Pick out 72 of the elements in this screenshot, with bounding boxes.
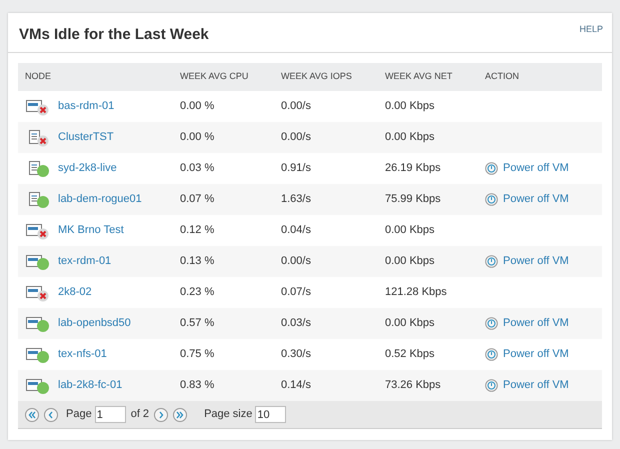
table-cell-text: 0.83 % — [180, 378, 216, 394]
table-cell-text: 0.30/s — [281, 347, 312, 362]
table-cell-text: 0.04/s — [281, 223, 312, 238]
node-link[interactable]: syd-2k8-live — [58, 160, 117, 177]
chevron-icon — [157, 410, 166, 418]
table-cell-text: 0.07/s — [281, 285, 312, 300]
power-off-link[interactable]: Power off VM — [503, 346, 569, 363]
node-link[interactable]: lab-openbsd50 — [58, 315, 131, 332]
table-cell-text: 0.00 Kbps — [385, 223, 436, 238]
power-off-link[interactable]: Power off VM — [503, 377, 569, 394]
table-cell-text: 0.13 % — [180, 254, 216, 270]
table-cell-text: 0.03/s — [281, 316, 312, 332]
power-off-link[interactable]: Power off VM — [503, 160, 569, 177]
column-header: WEEK AVG IOPS — [281, 70, 353, 84]
power-icon — [485, 162, 498, 175]
power-icon — [485, 379, 498, 392]
page-count: of 2 — [130, 407, 150, 422]
table-cell-text: 0.00 % — [180, 130, 216, 146]
page-size-field[interactable]: 10 — [255, 406, 286, 423]
node-link[interactable]: bas-rdm-01 — [58, 98, 114, 115]
table-cell-text: 0.14/s — [281, 378, 312, 394]
page-size-label: Page size — [204, 407, 252, 422]
table-cell-text: 0.91/s — [281, 161, 312, 176]
table-cell-text: 73.26 Kbps — [385, 378, 442, 394]
last-page-button[interactable] — [173, 408, 188, 422]
chevron-icon — [176, 410, 184, 418]
panel-title: VMs Idle for the Last Week — [19, 25, 209, 45]
power-icon — [485, 348, 498, 361]
table-cell-text: 0.00 Kbps — [385, 99, 436, 114]
table-cell-text: 0.00/s — [281, 254, 312, 270]
next-page-button[interactable] — [154, 408, 168, 422]
table-cell-text: 0.00 % — [180, 99, 216, 114]
power-off-link[interactable]: Power off VM — [503, 253, 569, 270]
table-cell-text: 0.00/s — [281, 99, 312, 114]
table-cell-text: 0.75 % — [180, 347, 216, 362]
previous-page-button[interactable] — [44, 408, 58, 422]
table-cell-text: 0.07 % — [180, 192, 216, 208]
column-header: NODE — [25, 70, 52, 84]
power-icon — [485, 193, 498, 206]
column-header: WEEK AVG NET — [385, 70, 454, 84]
table-cell-text: 0.00 Kbps — [385, 316, 436, 332]
table-cell-text: 0.00/s — [281, 130, 312, 146]
table-cell-text: 0.23 % — [180, 285, 216, 300]
node-link[interactable]: tex-nfs-01 — [58, 346, 107, 363]
node-link[interactable]: lab-dem-rogue01 — [58, 191, 142, 208]
table-cell-text: 0.52 Kbps — [385, 347, 436, 362]
table-cell-text: 0.00 Kbps — [385, 130, 436, 146]
table-cell-text: 121.28 Kbps — [385, 285, 448, 300]
power-off-link[interactable]: Power off VM — [503, 315, 569, 332]
chevron-icon — [28, 410, 36, 418]
table-cell-text: 0.12 % — [180, 223, 216, 238]
node-link[interactable]: MK Brno Test — [58, 222, 124, 239]
chevron-icon — [47, 410, 55, 418]
table-cell-text: 0.03 % — [180, 161, 216, 176]
power-icon — [485, 255, 498, 268]
page-field[interactable]: 1 — [94, 406, 126, 423]
page-label: Page — [66, 407, 92, 422]
table-cell-text: 26.19 Kbps — [385, 161, 442, 176]
column-header: ACTION — [485, 70, 520, 84]
node-link[interactable]: ClusterTST — [58, 129, 114, 146]
first-page-button[interactable] — [25, 408, 39, 422]
table-cell-text: 75.99 Kbps — [385, 192, 442, 208]
table-cell-text: 0.00 Kbps — [385, 254, 436, 270]
help-link[interactable]: HELP — [579, 23, 603, 36]
power-off-link[interactable]: Power off VM — [503, 191, 569, 208]
node-link[interactable]: 2k8-02 — [58, 284, 92, 301]
table-cell-text: 0.57 % — [180, 316, 216, 332]
node-link[interactable]: lab-2k8-fc-01 — [58, 377, 122, 394]
power-icon — [485, 317, 498, 330]
table-cell-text: 1.63/s — [281, 192, 312, 208]
column-header: WEEK AVG CPU — [180, 70, 250, 84]
node-link[interactable]: tex-rdm-01 — [58, 253, 112, 270]
